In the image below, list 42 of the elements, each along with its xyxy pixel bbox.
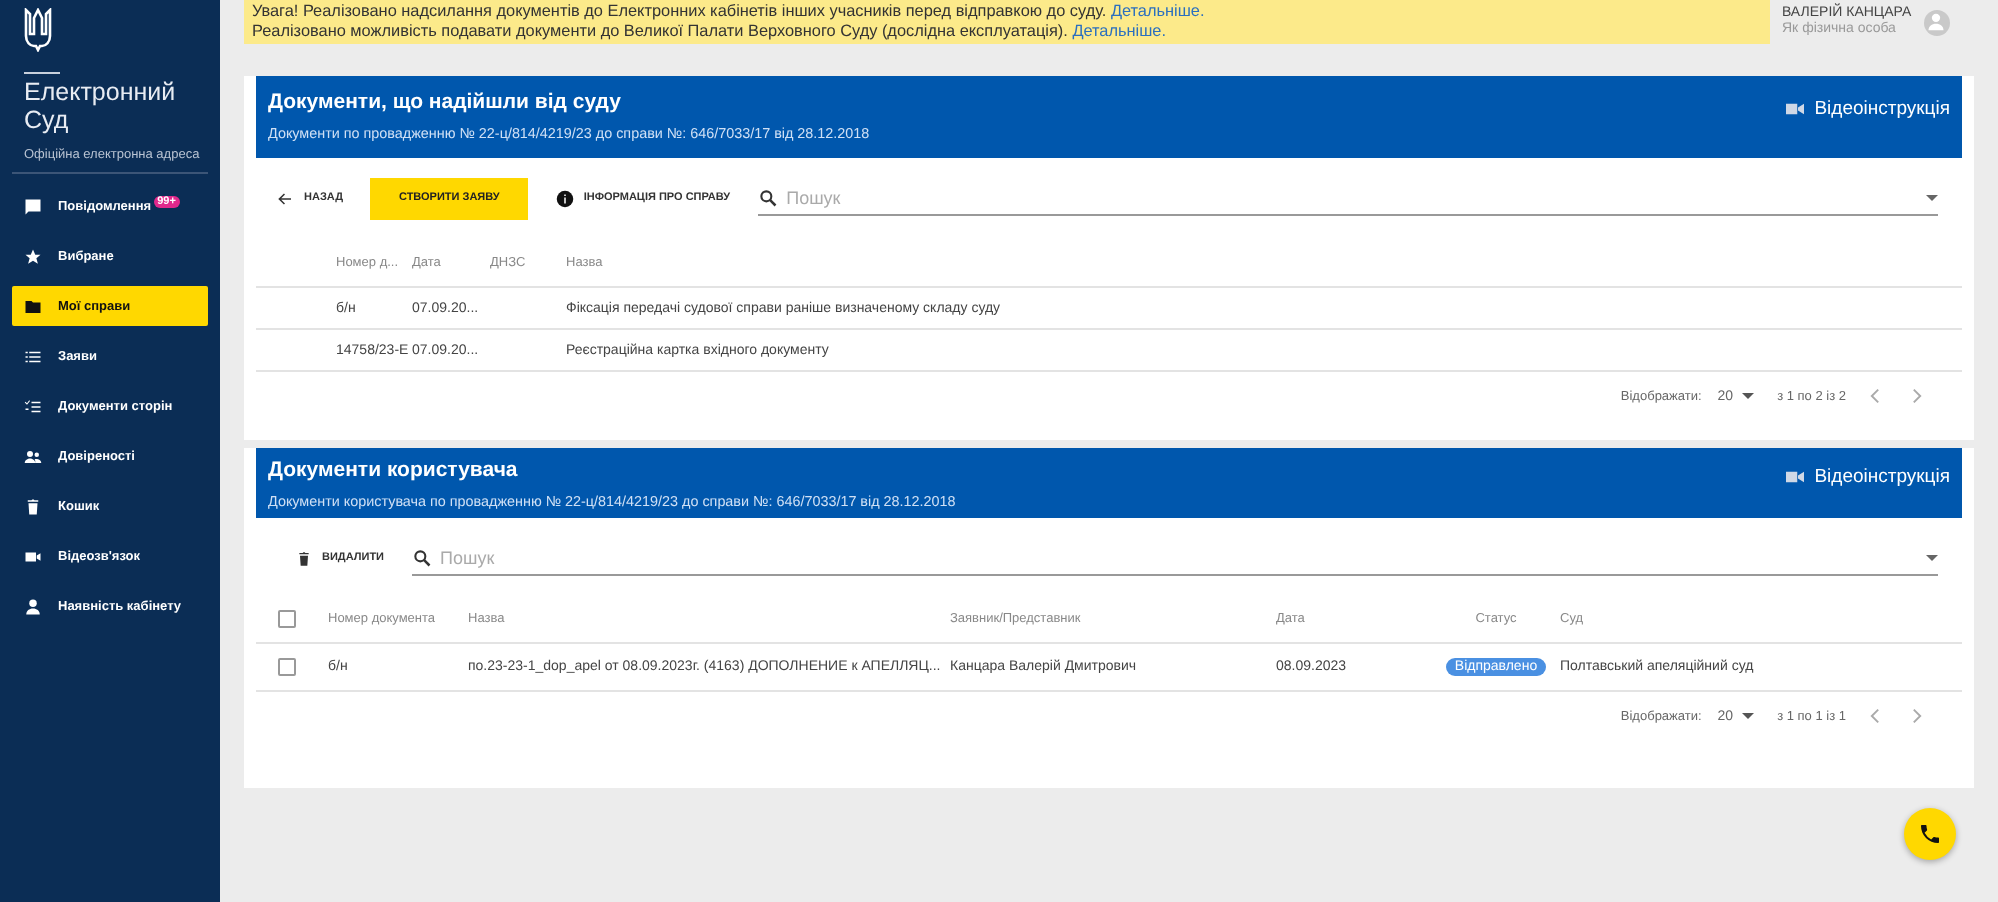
select-all-checkbox[interactable] [278, 610, 296, 628]
dropdown-caret-icon [1926, 193, 1938, 201]
phone-button[interactable] [1904, 808, 1956, 860]
video-instruction-link[interactable]: Відеоінструкція [1786, 98, 1950, 120]
message-icon [24, 197, 42, 215]
person-icon [24, 597, 42, 615]
person-icon [1926, 12, 1947, 32]
chevron-right-icon [1912, 388, 1922, 404]
video-camera-icon [24, 547, 42, 565]
people-icon [24, 447, 42, 465]
trident-logo-icon [24, 8, 52, 52]
arrow-left-icon [276, 189, 294, 207]
trash-icon [24, 497, 42, 515]
panel-title: Документи користувача [268, 458, 520, 484]
video-camera-icon [1786, 102, 1805, 116]
phone-icon [1918, 822, 1942, 846]
dropdown-caret-icon [1926, 553, 1938, 561]
list-icon [24, 347, 42, 365]
search-input[interactable]: Пошук [786, 187, 1918, 207]
info-icon [555, 189, 574, 207]
details-link[interactable]: Детальніше. [1110, 2, 1205, 20]
avatar-icon[interactable] [1923, 9, 1950, 35]
video-instruction-link[interactable]: Відеоінструкція [1786, 466, 1950, 488]
site-title: Електронний Суд [22, 78, 178, 134]
star-icon [24, 247, 42, 265]
dropdown-caret-icon [1741, 712, 1754, 720]
search-icon [412, 547, 433, 567]
row-checkbox[interactable] [278, 658, 296, 676]
dropdown-caret-icon [1741, 392, 1754, 400]
panel-title: Документи, що надійшли від суду [268, 90, 623, 116]
search-input[interactable]: Пошук [440, 547, 1918, 567]
notice-text: Реалізовано можливість подавати документи до Великої Палати Верховного Суду (дослідна експлуатація). [252, 22, 1068, 40]
folder-icon [24, 297, 42, 315]
chevron-left-icon [1870, 388, 1880, 404]
chevron-left-icon [1870, 708, 1880, 724]
details-link[interactable]: Детальніше. [1072, 22, 1167, 40]
checklist-icon [24, 397, 42, 415]
trash-icon [296, 549, 312, 567]
video-camera-icon [1786, 470, 1805, 484]
search-icon [758, 187, 779, 207]
chevron-right-icon [1912, 708, 1922, 724]
notice-text: Увага! Реалізовано надсилання документів до Електронних кабінетів інших учасників перед відправкою до суду. [252, 2, 1107, 20]
